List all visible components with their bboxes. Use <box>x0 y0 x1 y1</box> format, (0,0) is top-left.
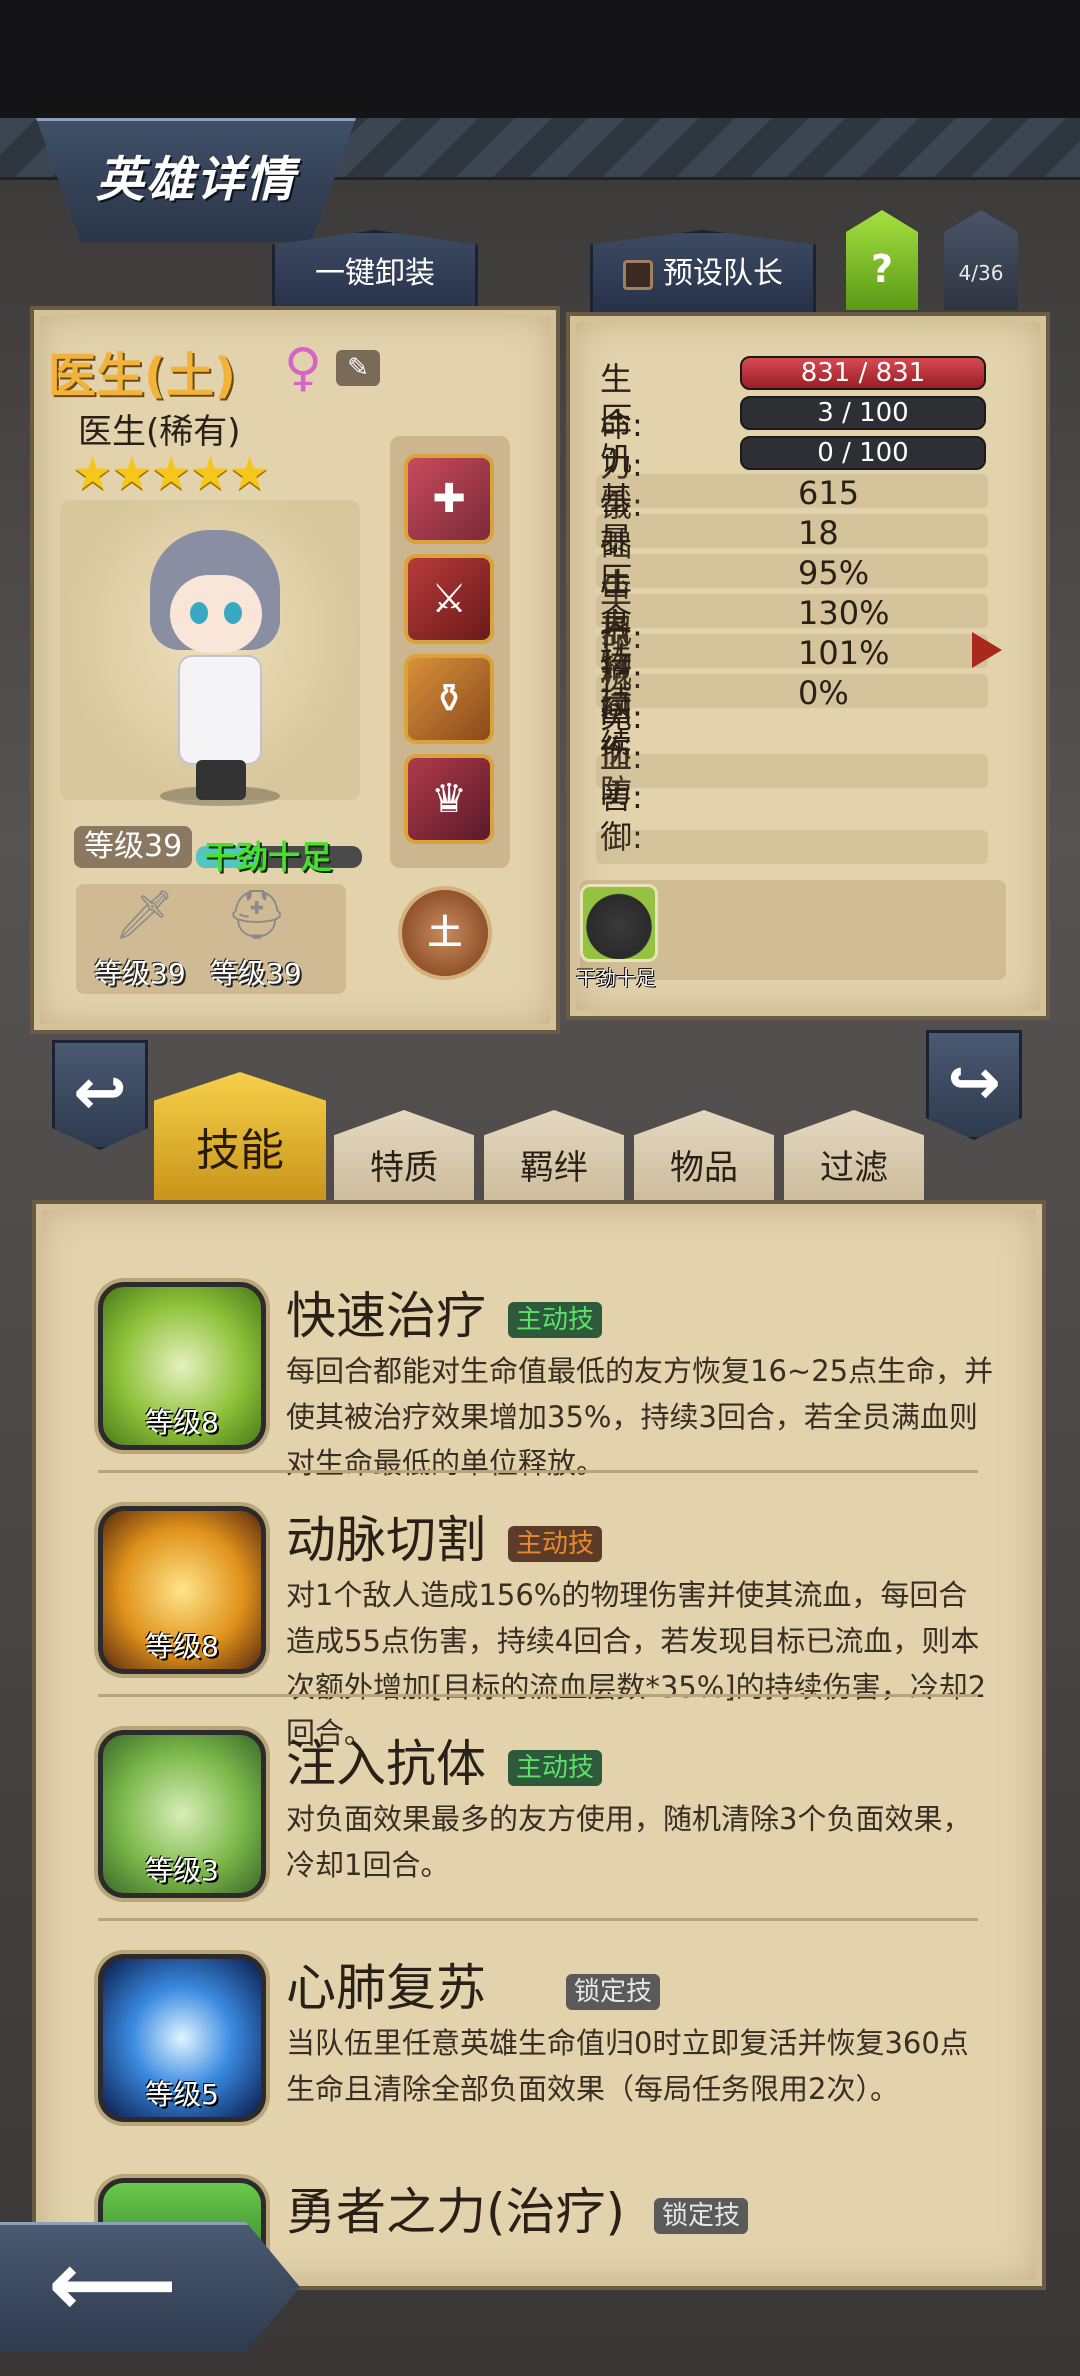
revive-icon: 等级5 <box>98 1954 266 2122</box>
stat-value: 101% <box>798 634 890 672</box>
stat-value: 95% <box>798 554 870 592</box>
hero-name: 医生(土) <box>48 348 236 404</box>
stat-value: 18 <box>798 514 839 552</box>
mood-label: 干劲十足 <box>204 838 333 876</box>
stat-stripe <box>596 830 988 864</box>
crown-helmet-icon[interactable]: ♛ <box>404 754 494 844</box>
skill-description: 每回合都能对生命值最低的友方恢复16~25点生命，并使其被治疗效果增加35%，持… <box>286 1354 994 1480</box>
skill-level: 等级3 <box>145 1854 219 1887</box>
skill-name: 注入抗体 <box>286 1735 486 1793</box>
stat-stripe <box>596 514 988 548</box>
leaf-icon: 等级3 <box>98 1730 266 1898</box>
prev-hero-arrow-icon[interactable]: ↩ <box>52 1040 148 1150</box>
stat-value: 615 <box>798 474 860 512</box>
stat-stripe <box>596 674 988 708</box>
sword-icon[interactable]: 🗡 <box>114 886 175 943</box>
slash-icon: 等级8 <box>98 1506 266 1674</box>
stat-stripe <box>596 474 988 508</box>
page-title: 英雄详情 <box>95 152 296 208</box>
skill-tag: 主动技 <box>508 1526 603 1562</box>
stat-stripe <box>596 594 988 628</box>
rename-icon[interactable]: ✎ <box>336 350 380 386</box>
medkit-icon[interactable]: ✚ <box>404 454 494 544</box>
stat-stripe <box>596 754 988 788</box>
skill-name: 心肺复苏 <box>286 1959 486 2017</box>
top-bar <box>0 0 1080 118</box>
stat-stripe <box>596 554 988 588</box>
next-hero-arrow-icon[interactable]: ↪ <box>926 1030 1022 1140</box>
skill-level: 等级8 <box>145 1630 219 1663</box>
skill-description: 当队伍里任意英雄生命值归0时立即复活并恢复360点生命且清除全部负面效果（每局任… <box>286 2026 969 2106</box>
preset-captain-label: 预设队长 <box>663 256 783 291</box>
skill-item[interactable]: 等级8 动脉切割 主动技 对1个敌人造成156%的物理伤害并使其流血，每回合造成… <box>60 1506 1000 1750</box>
armor-level: 等级39 <box>210 957 302 990</box>
skill-divider <box>98 1918 978 1921</box>
skill-item[interactable]: 等级3 注入抗体 主动技 对负面效果最多的友方使用，随机清除3个负面效果，冷却1… <box>60 1730 1000 1930</box>
skill-name: 勇者之力(治疗) <box>286 2183 626 2241</box>
portrait-coat <box>178 655 262 765</box>
preset-captain-checkbox[interactable] <box>623 259 653 290</box>
stat-stripe <box>596 634 988 668</box>
more-stats-arrow-icon[interactable] <box>972 632 1002 668</box>
status-effect-icon[interactable] <box>580 884 658 962</box>
stat-value: 0% <box>798 674 849 712</box>
skill-tag: 锁定技 <box>654 2198 749 2234</box>
skill-name: 快速治疗 <box>286 1287 486 1345</box>
skill-name: 动脉切割 <box>286 1511 486 1569</box>
skill-item[interactable]: 等级5 心肺复苏 锁定技 当队伍里任意英雄生命值归0时立即复活并恢复360点生命… <box>60 1954 1000 2154</box>
potion-bag-icon[interactable]: ⚱ <box>404 654 494 744</box>
skill-divider <box>98 1470 978 1473</box>
portrait-eye-left <box>190 602 208 624</box>
back-arrow-icon[interactable]: ⟵ <box>0 2222 300 2352</box>
skill-tag: 主动技 <box>508 1302 603 1338</box>
skill-tag: 锁定技 <box>566 1974 661 2010</box>
stress-bar: 3 / 100 <box>740 396 986 430</box>
helmet-icon[interactable]: ⛑ <box>226 886 287 943</box>
heal-cross-icon: 等级8 <box>98 1282 266 1450</box>
hunger-bar: 0 / 100 <box>740 436 986 470</box>
unequip-all-button[interactable]: 一键卸装 <box>272 230 478 312</box>
element-badge[interactable]: 土 <box>398 886 492 980</box>
battle-axe-icon[interactable]: ⚔ <box>404 554 494 644</box>
skill-tag: 主动技 <box>508 1750 603 1786</box>
hero-level-badge: 等级39 <box>74 826 193 868</box>
preset-captain-toggle[interactable]: 预设队长 <box>590 230 816 312</box>
skill-item[interactable]: 等级8 快速治疗 主动技 每回合都能对生命值最低的友方恢复16~25点生命，并使… <box>60 1282 1000 1482</box>
skill-level: 等级5 <box>145 2078 219 2111</box>
female-icon: ♀ <box>284 338 323 398</box>
skill-divider <box>98 1694 978 1697</box>
star-rating: ★★★★★ <box>72 446 270 500</box>
portrait-eye-right <box>224 602 242 624</box>
weapon-level: 等级39 <box>94 957 186 990</box>
skill-description: 对负面效果最多的友方使用，随机清除3个负面效果，冷却1回合。 <box>286 1802 972 1882</box>
portrait-legs <box>196 760 246 800</box>
hp-bar: 831 / 831 <box>740 356 986 390</box>
status-effect-label: 干劲十足 <box>576 966 656 990</box>
stat-value: 130% <box>798 594 890 632</box>
skill-level: 等级8 <box>145 1406 219 1439</box>
portrait-face <box>170 575 262 653</box>
